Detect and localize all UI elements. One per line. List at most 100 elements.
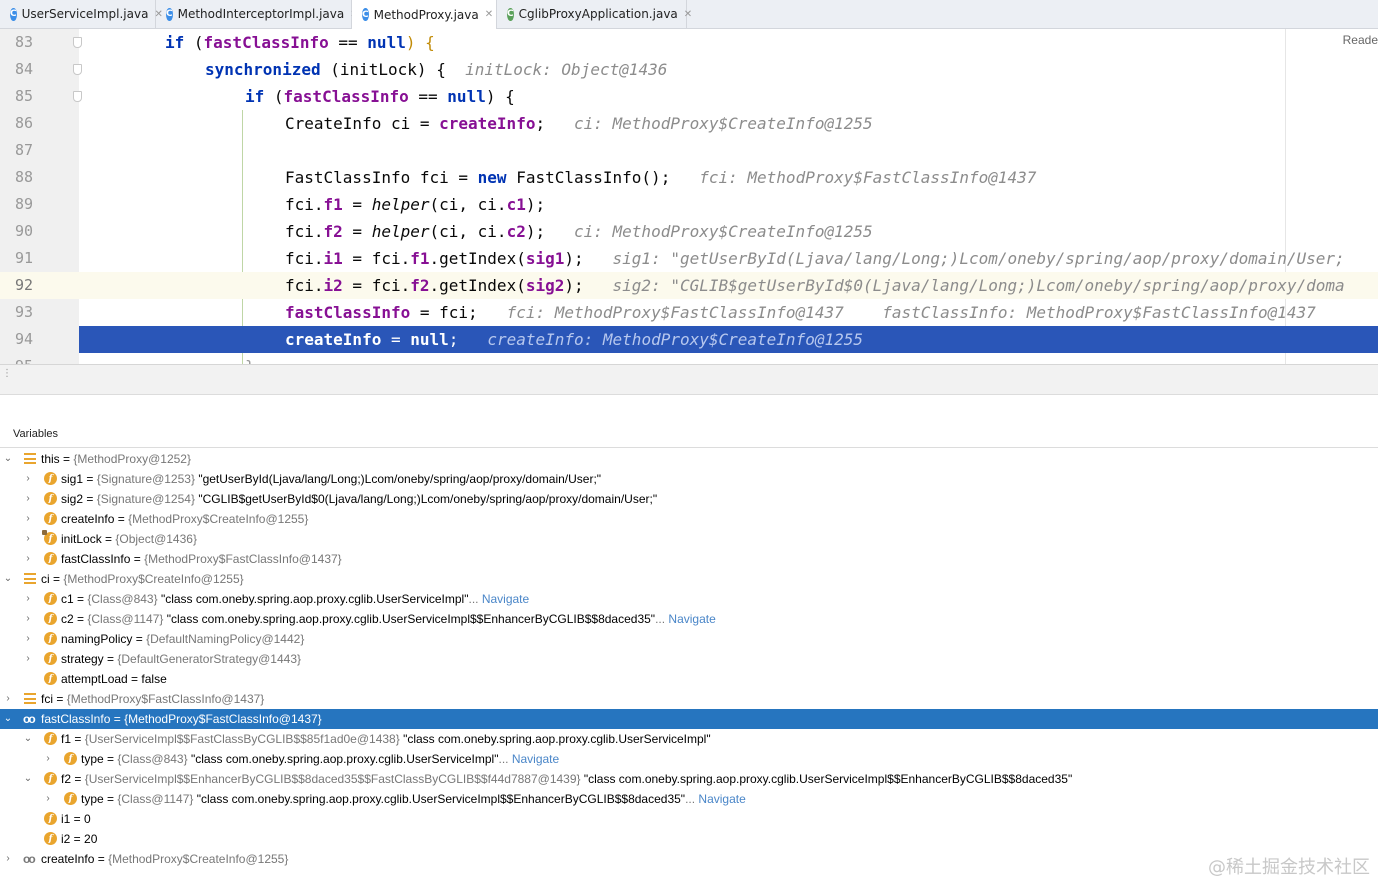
chevron-right-icon[interactable]: › [23, 649, 33, 669]
code-line-86[interactable]: CreateInfo ci = createInfo; ci: MethodPr… [79, 110, 1378, 137]
field-icon: f [44, 552, 57, 565]
field-icon: f [64, 752, 77, 765]
tree-row[interactable]: › f fastClassInfo = {MethodProxy$FastCla… [0, 549, 1378, 569]
app-class-icon: C [507, 7, 514, 21]
watermark: @稀土掘金技术社区 [1208, 857, 1370, 878]
chevron-down-icon[interactable]: ⌄ [3, 449, 13, 469]
tree-row[interactable]: ⌄ f f1 = {UserServiceImpl$$FastClassByCG… [0, 729, 1378, 749]
chevron-right-icon[interactable]: › [23, 509, 33, 529]
chevron-right-icon[interactable]: › [3, 849, 13, 869]
line-number-gutter[interactable]: 83 84 85 86 87 88 89 90 91 92 93 94 95 [0, 29, 82, 364]
code-line-87[interactable] [79, 137, 1378, 164]
navigate-link[interactable]: Navigate [512, 752, 559, 766]
field-ref: c1 [506, 195, 526, 214]
chevron-down-icon[interactable]: ⌄ [3, 569, 13, 589]
code-line-91[interactable]: fci.i1 = fci.f1.getIndex(sig1); sig1: "g… [79, 245, 1378, 272]
tree-row[interactable]: › f strategy = {DefaultGeneratorStrategy… [0, 649, 1378, 669]
code-line-90[interactable]: fci.f2 = helper(ci, ci.c2); ci: MethodPr… [79, 218, 1378, 245]
field-ref: i1 [323, 249, 343, 268]
code-text: ) { [485, 87, 515, 106]
code-text: = fci. [342, 276, 411, 295]
navigate-link[interactable]: Navigate [668, 612, 715, 626]
chevron-down-icon[interactable]: ⌄ [3, 709, 13, 729]
var-value: {Signature@1254} [96, 492, 195, 506]
code-line-89[interactable]: fci.f1 = helper(ci, ci.c1); [79, 191, 1378, 218]
tree-row[interactable]: › f sig2 = {Signature@1254} "CGLIB$getUs… [0, 489, 1378, 509]
navigate-link[interactable]: Navigate [482, 592, 529, 606]
field-ref: f1 [410, 249, 430, 268]
keyword: null [367, 33, 406, 52]
chevron-right-icon[interactable]: › [23, 549, 33, 569]
tab-userserviceimpl[interactable]: C UserServiceImpl.java ✕ [0, 0, 163, 28]
var-name: sig1 [61, 472, 84, 486]
code-line-88[interactable]: FastClassInfo fci = new FastClassInfo();… [79, 164, 1378, 191]
tree-row[interactable]: › f c1 = {Class@843} "class com.oneby.sp… [0, 589, 1378, 609]
chevron-down-icon[interactable]: ⌄ [23, 769, 33, 789]
var-value: {MethodProxy$CreateInfo@1255} [63, 572, 244, 586]
code-text: ); [564, 249, 584, 268]
field-icon: f [44, 632, 57, 645]
chevron-down-icon[interactable]: ⌄ [23, 729, 33, 749]
navigate-link[interactable]: Navigate [698, 792, 745, 806]
tree-row[interactable]: › f namingPolicy = {DefaultNamingPolicy@… [0, 629, 1378, 649]
field-icon: f [64, 792, 77, 805]
field-icon: f [44, 472, 57, 485]
close-icon[interactable]: ✕ [485, 9, 493, 20]
code-line-93[interactable]: fastClassInfo = fci; fci: MethodProxy$Fa… [79, 299, 1378, 326]
panel-splitter[interactable]: ⋮ [0, 364, 1378, 394]
code-line-95[interactable]: } [79, 353, 1378, 364]
code-editor[interactable]: 83 84 85 86 87 88 89 90 91 92 93 94 95 R… [0, 29, 1378, 364]
var-value: {Object@1436} [115, 532, 197, 546]
tree-row[interactable]: ⌄ ci = {MethodProxy$CreateInfo@1255} [0, 569, 1378, 589]
tree-row[interactable]: › f c2 = {Class@1147} "class com.oneby.s… [0, 609, 1378, 629]
tree-row[interactable]: › f createInfo = {MethodProxy$CreateInfo… [0, 509, 1378, 529]
tree-row[interactable]: › oo createInfo = {MethodProxy$CreateInf… [0, 849, 1378, 869]
var-name: sig2 [61, 492, 84, 506]
method-call: helper [371, 195, 430, 214]
tab-methodproxy[interactable]: C MethodProxy.java ✕ [352, 0, 497, 29]
chevron-right-icon[interactable]: › [23, 489, 33, 509]
field-ref: c2 [506, 222, 526, 241]
chevron-right-icon[interactable]: › [23, 629, 33, 649]
var-name: createInfo [41, 852, 95, 866]
code-line-84[interactable]: synchronized (initLock) { initLock: Obje… [79, 56, 1378, 83]
chevron-right-icon[interactable]: › [43, 749, 53, 769]
tree-row[interactable]: › fci = {MethodProxy$FastClassInfo@1437} [0, 689, 1378, 709]
tab-label: MethodInterceptorImpl.java [177, 7, 345, 21]
tree-row[interactable]: ⌄ this = {MethodProxy@1252} [0, 449, 1378, 469]
tree-row[interactable]: f i1 = 0 [0, 809, 1378, 829]
chevron-right-icon[interactable]: › [23, 469, 33, 489]
tree-row[interactable]: › f initLock = {Object@1436} [0, 529, 1378, 549]
tree-row[interactable]: ⌄ f f2 = {UserServiceImpl$$EnhancerByCGL… [0, 769, 1378, 789]
variables-tree[interactable]: ⌄ this = {MethodProxy@1252} › f sig1 = {… [0, 449, 1378, 885]
line-number: 83 [15, 33, 34, 51]
chevron-right-icon[interactable]: › [23, 609, 33, 629]
tree-row[interactable]: › f sig1 = {Signature@1253} "getUserById… [0, 469, 1378, 489]
var-value: {Class@843} [117, 752, 188, 766]
tree-row[interactable]: f i2 = 20 [0, 829, 1378, 849]
code-line-94-execution-point[interactable]: createInfo = null; createInfo: MethodPro… [79, 326, 1378, 353]
chevron-right-icon[interactable]: › [43, 789, 53, 809]
code-line-83[interactable]: if (fastClassInfo == null) { [79, 29, 1378, 56]
chevron-right-icon[interactable]: › [23, 529, 33, 549]
tree-row[interactable]: › f type = {Class@1147} "class com.oneby… [0, 789, 1378, 809]
field-ref: f2 [410, 276, 430, 295]
tree-row[interactable]: f attemptLoad = false [0, 669, 1378, 689]
keyword: new [477, 168, 507, 187]
tree-row-selected[interactable]: ⌄ oo fastClassInfo = {MethodProxy$FastCl… [0, 709, 1378, 729]
keyword: if [165, 33, 185, 52]
tab-methodinterceptorimpl[interactable]: C MethodInterceptorImpl.java ✕ [156, 0, 359, 28]
chevron-right-icon[interactable]: › [23, 589, 33, 609]
close-icon[interactable]: ✕ [684, 9, 692, 20]
tab-cglibproxyapplication[interactable]: C CglibProxyApplication.java ✕ [497, 0, 692, 28]
field-icon: f [44, 832, 57, 845]
var-value: {MethodProxy$FastClassInfo@1437} [124, 712, 322, 726]
var-value: 0 [84, 812, 91, 826]
code-line-85[interactable]: if (fastClassInfo == null) { [79, 83, 1378, 110]
drag-handle-icon[interactable]: ⋮ [2, 369, 12, 385]
code-line-92[interactable]: fci.i2 = fci.f2.getIndex(sig2); sig2: "C… [79, 272, 1378, 299]
tree-row[interactable]: › f type = {Class@843} "class com.oneby.… [0, 749, 1378, 769]
variables-panel-header: Variables [0, 394, 1378, 448]
chevron-right-icon[interactable]: › [3, 689, 13, 709]
field-ref: sig2 [525, 276, 565, 295]
